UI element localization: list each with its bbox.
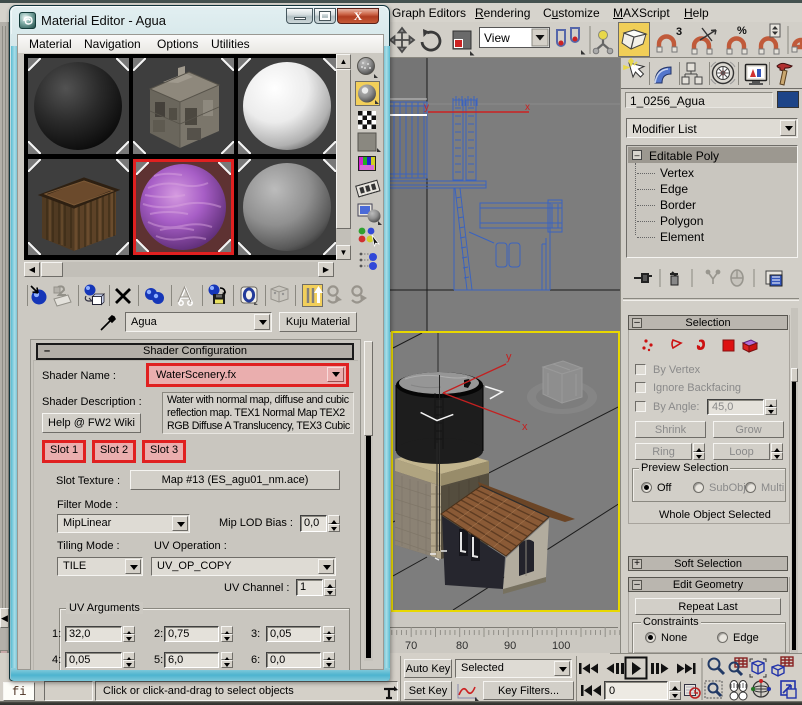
svg-text:70: 70 [405, 640, 417, 652]
svg-text:100: 100 [552, 640, 570, 652]
svg-text:View: View [484, 31, 510, 45]
svg-text:x: x [522, 421, 528, 433]
svg-text:80: 80 [456, 640, 468, 652]
svg-text:x: x [525, 102, 530, 113]
svg-text:%: % [737, 25, 747, 37]
svg-text:3: 3 [676, 26, 682, 38]
svg-text:y: y [506, 351, 512, 363]
svg-text:90: 90 [504, 640, 516, 652]
svg-text:y: y [424, 102, 429, 113]
